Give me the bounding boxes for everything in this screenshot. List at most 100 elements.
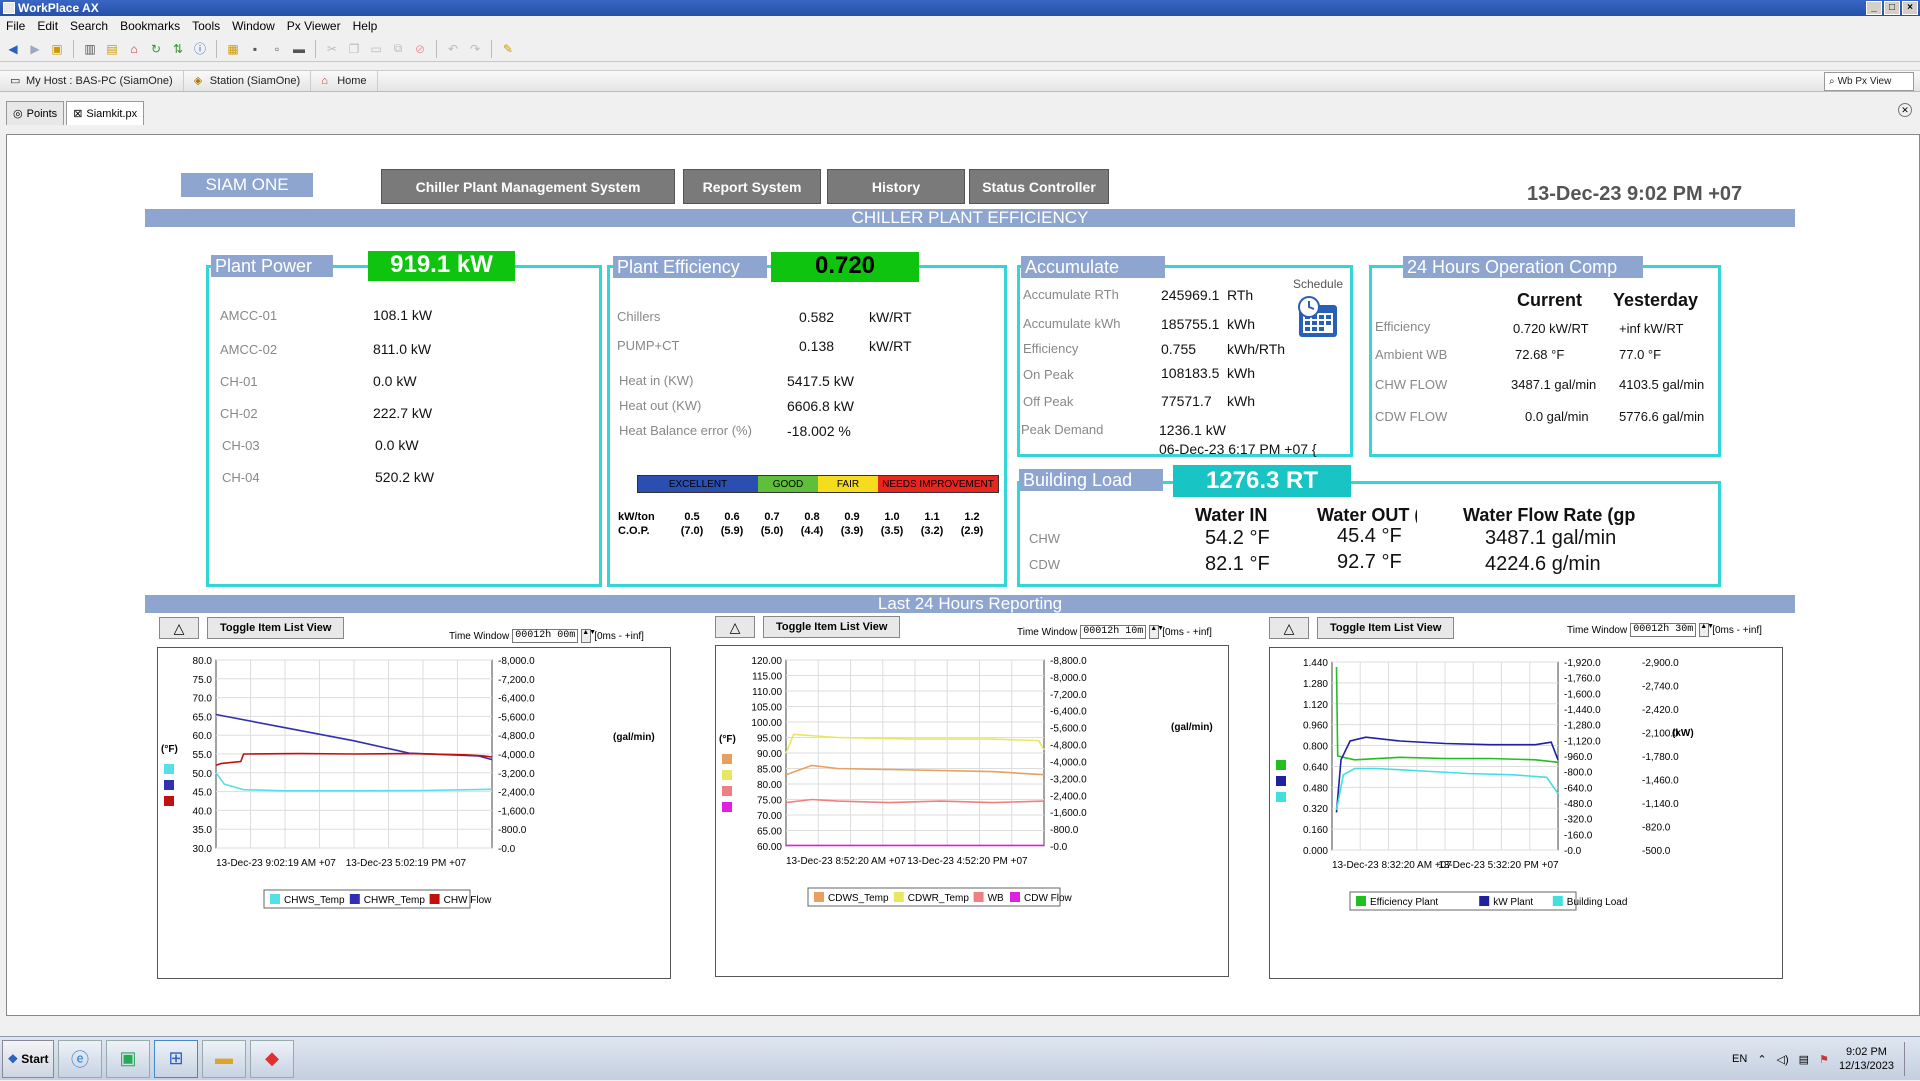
chart1-time-input[interactable]: 00012h 00m [512,629,579,643]
plant-power-title: Plant Power [211,255,333,277]
schedule-label: Schedule [1293,277,1344,291]
chart2-toggle-button[interactable]: Toggle Item List View [763,616,901,638]
series-swatch [722,754,732,764]
paste-icon[interactable]: ▭ [367,40,385,58]
export-icon[interactable]: ▬ [290,40,308,58]
heat-balance-label: Heat Balance error (%) [619,423,752,438]
heat-out-label: Heat out (KW) [619,398,702,413]
y-tick-label: 0.800 [1303,742,1328,753]
start-button[interactable]: ❖ Start [2,1039,54,1078]
refresh-icon[interactable]: ↻ [147,40,165,58]
save-all-icon[interactable]: ▫ [268,40,286,58]
chart2-time-input[interactable]: 00012h 10m [1080,625,1147,639]
chiller-mgmt-button[interactable]: Chiller Plant Management System [381,169,675,204]
legend-swatch [1552,896,1563,906]
network-icon[interactable]: ▤ [1799,1053,1809,1066]
legend-label: CHW Flow [444,895,493,906]
info-icon[interactable]: ⓘ [191,40,209,58]
open-icon[interactable]: ▤ [103,40,121,58]
duplicate-icon[interactable]: ⧉ [389,40,407,58]
peak-demand-date: 06-Dec-23 6:17 PM +07 { [1159,441,1317,457]
back-icon[interactable]: ◀ [4,40,22,58]
chart3-toggle-button[interactable]: Toggle Item List View [1317,617,1455,639]
forward-icon[interactable]: ▶ [26,40,44,58]
undo-icon[interactable]: ↶ [444,40,462,58]
tab-siamkit[interactable]: ⊠ Siamkit.px [66,101,145,125]
ops-cdw-flow-yesterday: 5776.6 gal/min [1619,409,1705,424]
menu-file[interactable]: File [6,19,25,33]
clock[interactable]: 9:02 PM 12/13/2023 [1839,1045,1894,1073]
breadcrumb-home[interactable]: ⌂ Home [311,71,378,91]
network-app-icon[interactable]: ⊞ [154,1039,198,1078]
y2-tick-label: -480.0 [1564,799,1593,810]
menu-edit[interactable]: Edit [37,19,58,33]
off-peak-label: Off Peak [1023,394,1074,409]
maximize-button[interactable]: □ [1884,1,1900,15]
water-in-header: Water IN [1195,505,1268,525]
menu-tools[interactable]: Tools [192,19,220,33]
save-icon[interactable]: ▪ [246,40,264,58]
chart3-spinner[interactable]: ▲▼ [1699,623,1714,637]
menu-bookmarks[interactable]: Bookmarks [120,19,180,33]
file-explorer-icon[interactable]: ▬ [202,1039,246,1078]
chart2-time-window: Time Window 00012h 10m ▲▼ [0ms - +inf] [1017,625,1212,639]
alert-icon[interactable]: ⚑ [1819,1053,1829,1066]
y3-tick-label: -2,420.0 [1642,705,1679,716]
breadcrumb-host[interactable]: ▭ My Host : BAS-PC (SiamOne) [0,71,184,91]
menu-px-viewer[interactable]: Px Viewer [287,19,341,33]
ch-01-label: CH-01 [220,374,258,389]
tray-expand-icon[interactable]: ⌃ [1757,1053,1766,1066]
redo-icon[interactable]: ↷ [466,40,484,58]
tab-points[interactable]: ◎ Points [6,101,65,125]
internet-explorer-icon[interactable]: ⓔ [58,1039,102,1078]
chart1-toggle-button[interactable]: Toggle Item List View [207,617,345,639]
status-controller-button[interactable]: Status Controller [969,169,1109,204]
menu-window[interactable]: Window [232,19,275,33]
language-indicator[interactable]: EN [1732,1053,1747,1065]
menu-help[interactable]: Help [353,19,378,33]
y-tick-label: 0.160 [1303,825,1328,836]
chart1-collapse-button[interactable]: △ [159,617,199,639]
view-selector[interactable]: ⌕ Wb Px View [1824,72,1914,91]
calendar-clock-icon[interactable] [1295,295,1339,339]
layout-icon[interactable]: ▥ [81,40,99,58]
chart1-spinner[interactable]: ▲▼ [581,629,596,643]
cop-tick: (4.4) [800,525,824,537]
open-file-icon[interactable]: ▦ [224,40,242,58]
delete-icon[interactable]: ⊘ [411,40,429,58]
close-tab-icon[interactable]: ✕ [1898,103,1912,117]
home-icon: ⌂ [321,75,328,87]
y3-tick-label: -1,140.0 [1642,799,1679,810]
cut-icon[interactable]: ✂ [323,40,341,58]
remote-app-icon[interactable]: ◆ [250,1039,294,1078]
close-button[interactable]: × [1902,1,1918,15]
chart2-frame: 60.00 65.00 70.00 75.00 80.00 85.00 90.00 95.00… [715,645,1229,977]
volume-icon[interactable]: ◁) [1777,1053,1789,1066]
copy-icon[interactable]: ❐ [345,40,363,58]
y-tick-label: 110.00 [752,687,782,698]
legend-label: Efficiency Plant [1370,897,1438,908]
y-tick-label: 95.00 [757,734,782,745]
breadcrumb-station[interactable]: ◈ Station (SiamOne) [184,71,312,91]
home-icon[interactable]: ⌂ [125,40,143,58]
minimize-button[interactable]: _ [1866,1,1882,15]
terminal-app-icon[interactable]: ▣ [106,1039,150,1078]
ops-efficiency-yesterday: +inf kW/RT [1619,321,1684,336]
sync-icon[interactable]: ⇅ [169,40,187,58]
y2-tick-label: -1,760.0 [1564,674,1601,685]
menu-search[interactable]: Search [70,19,108,33]
y2-tick-label: -7,200.0 [1050,690,1087,701]
chart3-collapse-button[interactable]: △ [1269,617,1309,639]
folder-icon[interactable]: ▣ [48,40,66,58]
chart2-collapse-button[interactable]: △ [715,616,755,638]
chart2-spinner[interactable]: ▲▼ [1149,625,1164,639]
edit-icon[interactable]: ✎ [499,40,517,58]
chart3-time-input[interactable]: 00012h 30m [1630,623,1697,637]
cop-tick: (5.9) [720,525,744,537]
show-desktop-icon[interactable] [1904,1042,1914,1076]
acc-kwh-label: Accumulate kWh [1023,316,1121,331]
cop-tick: (3.9) [840,525,864,537]
history-button[interactable]: History [827,169,965,204]
kw-tick: 0.8 [804,511,820,523]
report-system-button[interactable]: Report System [683,169,821,204]
